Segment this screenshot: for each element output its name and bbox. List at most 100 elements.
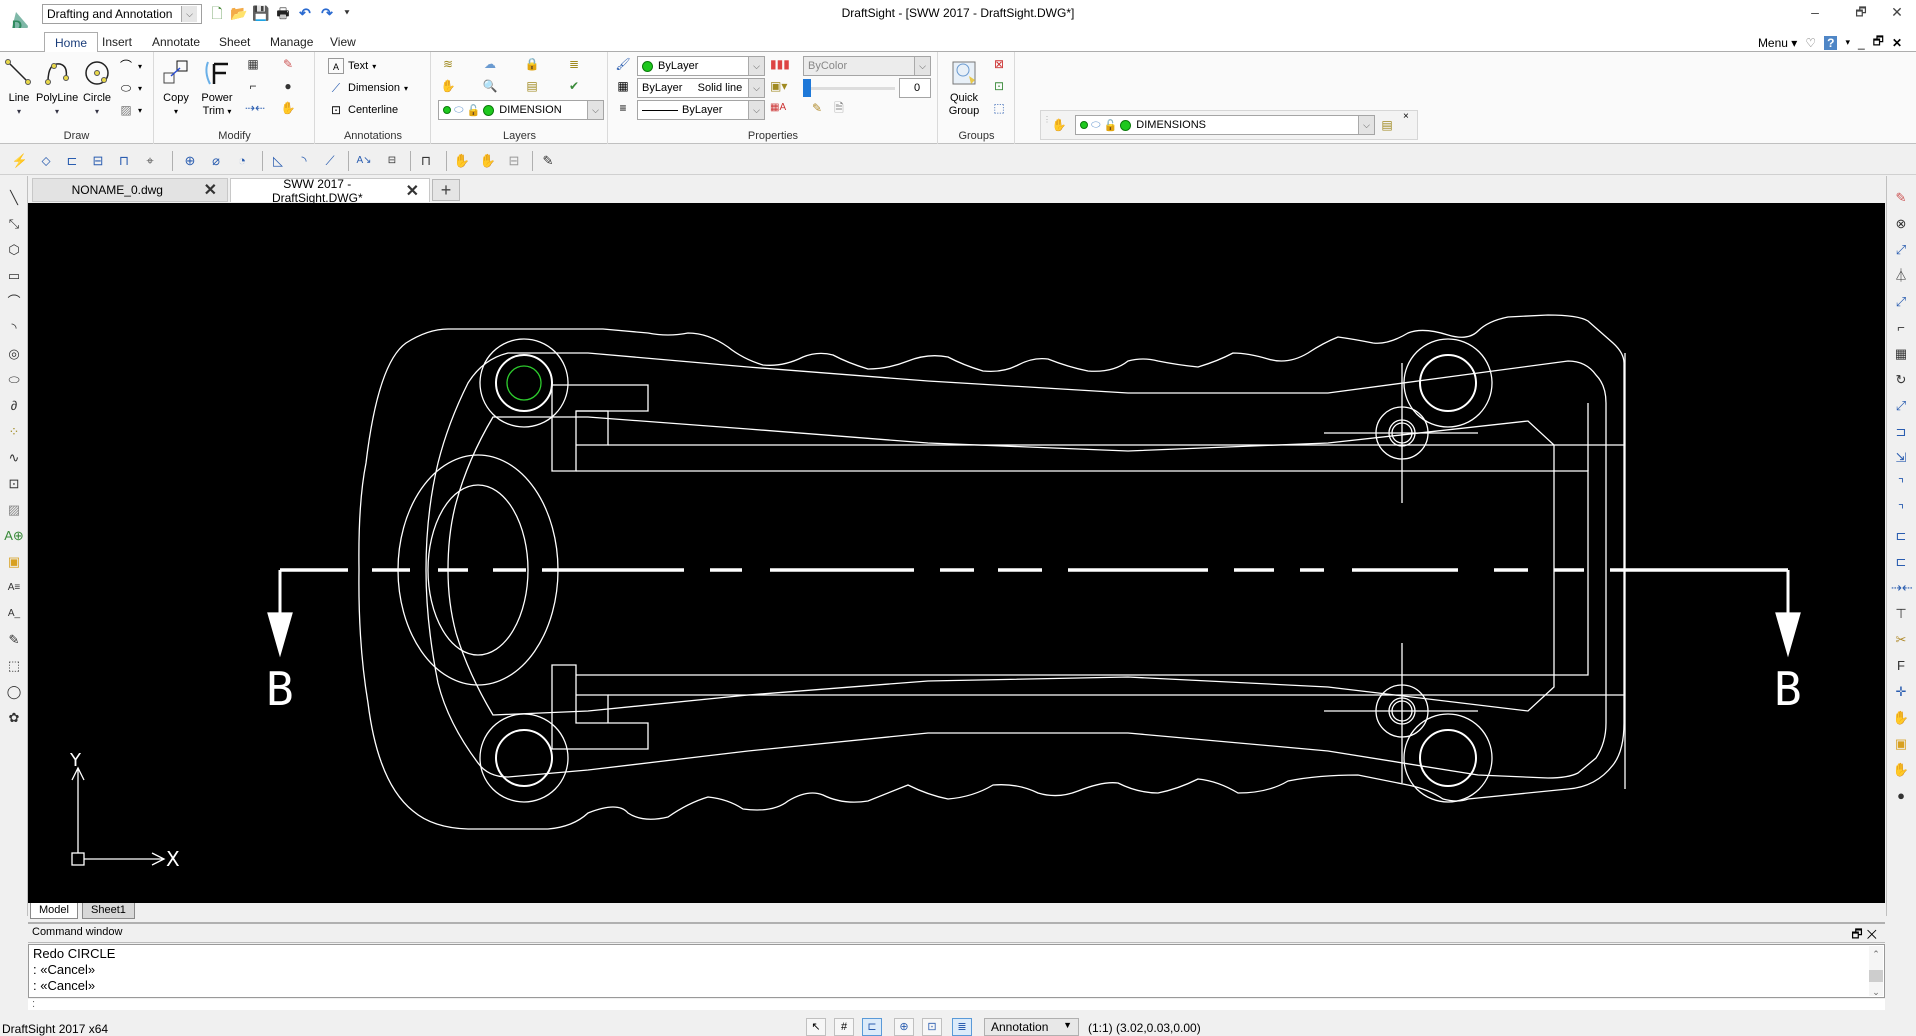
transparency-input[interactable]: 0 bbox=[899, 78, 931, 98]
chamfer-icon[interactable]: ⌐ bbox=[245, 78, 261, 94]
explode-icon[interactable]: ● bbox=[280, 78, 296, 94]
favorites-icon[interactable]: ♡ bbox=[1805, 36, 1816, 50]
arc-length-icon[interactable]: ◝ bbox=[294, 151, 314, 171]
close-toolbar-icon[interactable]: × bbox=[1403, 111, 1409, 122]
line-tool-icon[interactable]: ╲ bbox=[4, 188, 24, 208]
ortho-toggle-icon[interactable]: ⊏ bbox=[862, 1018, 882, 1036]
ungroup-icon[interactable]: ⊠ bbox=[991, 56, 1007, 72]
join-icon[interactable]: ⇢⇠ bbox=[245, 100, 265, 116]
text-style-icon[interactable]: ▦A bbox=[770, 100, 786, 116]
print-style-dropdown[interactable]: ByColor ⌵ bbox=[803, 56, 931, 76]
new-layer-icon[interactable]: ≋ bbox=[440, 56, 456, 72]
menu-button[interactable]: Menu ▾ bbox=[1758, 36, 1797, 50]
arc-2-tool-icon[interactable]: ◝ bbox=[4, 318, 24, 338]
spline-tool-icon[interactable]: ∿ bbox=[4, 448, 24, 468]
polygon-tool-icon[interactable]: ⬡ bbox=[4, 240, 24, 260]
lineweight-dropdown[interactable]: ByLayer ⌵ bbox=[637, 100, 765, 120]
scroll-thumb[interactable] bbox=[1869, 970, 1883, 982]
block-tool-icon[interactable]: A⊕ bbox=[4, 526, 24, 546]
polar-toggle-icon[interactable]: ⊕ bbox=[894, 1018, 914, 1036]
color-picker-icon[interactable]: 🖌 bbox=[615, 56, 631, 72]
grid-toggle-icon[interactable]: # bbox=[834, 1018, 854, 1036]
region-tool-icon[interactable]: ▣ bbox=[4, 552, 24, 572]
minimize-document-button[interactable]: _ bbox=[1858, 36, 1865, 50]
point-tool-icon[interactable]: ⁘ bbox=[4, 422, 24, 442]
pencil-icon[interactable]: ✎ bbox=[809, 100, 825, 116]
extend-tool-icon[interactable]: ⌝ bbox=[1891, 500, 1911, 520]
join-tool-icon[interactable]: ⇢⇠ bbox=[1891, 578, 1913, 598]
float-window-icon[interactable]: 🗗 bbox=[1851, 927, 1866, 941]
infinite-line-tool-icon[interactable]: ⤡ bbox=[4, 214, 24, 234]
note-tool-icon[interactable]: A≡ bbox=[4, 578, 24, 598]
dimension-button[interactable]: ⟋ Dimension ▾ bbox=[328, 78, 408, 98]
scale-tool-icon[interactable]: ⤢ bbox=[1891, 396, 1911, 416]
copy-button[interactable]: Copy ▾ bbox=[159, 58, 193, 118]
make-current-icon[interactable]: ✔ bbox=[566, 78, 582, 94]
smart-dimension-icon[interactable]: ⚡ bbox=[10, 151, 30, 171]
color-bars-icon[interactable]: ▮▮▮ bbox=[770, 56, 790, 72]
match-properties-tool-icon[interactable]: ✋ bbox=[1891, 760, 1911, 780]
explode-bomb-tool-icon[interactable]: ● bbox=[1891, 786, 1911, 806]
circle-button[interactable]: Circle ▾ bbox=[80, 58, 114, 118]
esnap-toggle-icon[interactable]: ⊡ bbox=[922, 1018, 942, 1036]
stretch-tool-icon[interactable]: ⊐ bbox=[1891, 422, 1911, 442]
break-at-point-tool-icon[interactable]: ⊏ bbox=[1891, 552, 1911, 572]
ellipse-button[interactable]: ⬭ ▾ bbox=[118, 78, 142, 98]
match-properties-icon[interactable]: ✋ bbox=[280, 100, 296, 116]
transparency-slider-thumb[interactable] bbox=[803, 79, 811, 97]
rectangle-tool-icon[interactable]: ▭ bbox=[4, 266, 24, 286]
scroll-up-icon[interactable]: ⌃ bbox=[1869, 946, 1883, 962]
drawing-canvas[interactable]: B B Y X bbox=[28, 203, 1885, 903]
center-mark-icon[interactable]: ⊕ bbox=[180, 151, 200, 171]
close-tab-icon[interactable]: ✕ bbox=[406, 181, 419, 201]
leader-icon[interactable]: A↘ bbox=[354, 151, 374, 171]
text-button[interactable]: A Text ▾ bbox=[328, 56, 376, 76]
tab-view[interactable]: View bbox=[320, 32, 366, 53]
layer-match-icon[interactable]: ✋ bbox=[440, 78, 456, 94]
explode-tool-icon[interactable]: ✛ bbox=[1891, 682, 1911, 702]
dimension-override-icon[interactable]: ✋ bbox=[478, 151, 498, 171]
edit-length-tool-icon[interactable]: ⇲ bbox=[1891, 448, 1911, 468]
close-window-icon[interactable]: ✕ bbox=[1867, 927, 1881, 941]
tab-manage[interactable]: Manage bbox=[260, 32, 323, 53]
print-style-icon[interactable]: ▣▾ bbox=[770, 78, 787, 94]
rotate-tool-icon[interactable]: ↻ bbox=[1891, 370, 1911, 390]
close-document-button[interactable]: ✕ bbox=[1892, 36, 1902, 50]
layer-manager-icon[interactable]: ▤ bbox=[524, 78, 540, 94]
document-tab[interactable]: NONAME_0.dwg ✕ bbox=[32, 178, 228, 202]
match-hatch-tool-icon[interactable]: ✋ bbox=[1891, 708, 1911, 728]
power-trim-button[interactable]: Power Trim ▾ bbox=[197, 58, 237, 118]
erase-tool-icon[interactable]: ✎ bbox=[1891, 188, 1911, 208]
revision-cloud-tool-icon[interactable]: ✎ bbox=[4, 630, 24, 650]
layer-match-icon[interactable]: ✋ bbox=[1051, 117, 1067, 133]
dimension-style-icon[interactable]: ✋ bbox=[452, 151, 472, 171]
radius-dimension-icon[interactable]: ◔ bbox=[232, 151, 252, 171]
cloud-ellipse-tool-icon[interactable]: ◯ bbox=[4, 682, 24, 702]
cut-tool-icon[interactable]: ✂ bbox=[1891, 630, 1911, 650]
diameter-dimension-icon[interactable]: ⌀ bbox=[206, 151, 226, 171]
edit-group-icon[interactable]: ⊡ bbox=[991, 78, 1007, 94]
cloud-freehand-tool-icon[interactable]: ✿ bbox=[4, 708, 24, 728]
inspection-icon[interactable]: ⊓ bbox=[416, 151, 436, 171]
centerline-tool-icon[interactable]: ⊡ bbox=[4, 474, 24, 494]
group-bounds-icon[interactable]: ⬚ bbox=[991, 100, 1007, 116]
erase-icon[interactable]: ✎ bbox=[280, 56, 296, 72]
tab-home[interactable]: Home bbox=[44, 32, 99, 53]
document-icon[interactable]: 🗎 bbox=[831, 100, 847, 116]
close-tab-icon[interactable]: ✕ bbox=[204, 180, 217, 200]
draw-order-tool-icon[interactable]: ▣ bbox=[1891, 734, 1911, 754]
new-tab-button[interactable]: + bbox=[432, 179, 460, 201]
layer-find-icon[interactable]: 🔍 bbox=[482, 78, 498, 94]
mirror-tool-icon[interactable]: ⏃ bbox=[1891, 266, 1911, 286]
document-tab-active[interactable]: SWW 2017 - DraftSight.DWG* ✕ bbox=[230, 177, 430, 205]
tolerance-icon[interactable]: ⊟ bbox=[382, 151, 402, 171]
close-window-button[interactable]: ✕ bbox=[1882, 2, 1912, 22]
line-button[interactable]: Line ▾ bbox=[4, 58, 34, 118]
pattern-icon[interactable]: ▦ bbox=[245, 56, 261, 72]
copy-tool-icon[interactable]: ⤢ bbox=[1891, 240, 1911, 260]
trim-tool-icon[interactable]: ⌝ bbox=[1891, 474, 1911, 494]
break-tool-icon[interactable]: ⊏ bbox=[1891, 526, 1911, 546]
continue-dimension-icon[interactable]: ⊓ bbox=[114, 151, 134, 171]
arc-tool-icon[interactable]: ⌒ bbox=[4, 292, 24, 312]
lock-layer-icon[interactable]: 🔒 bbox=[524, 56, 540, 72]
